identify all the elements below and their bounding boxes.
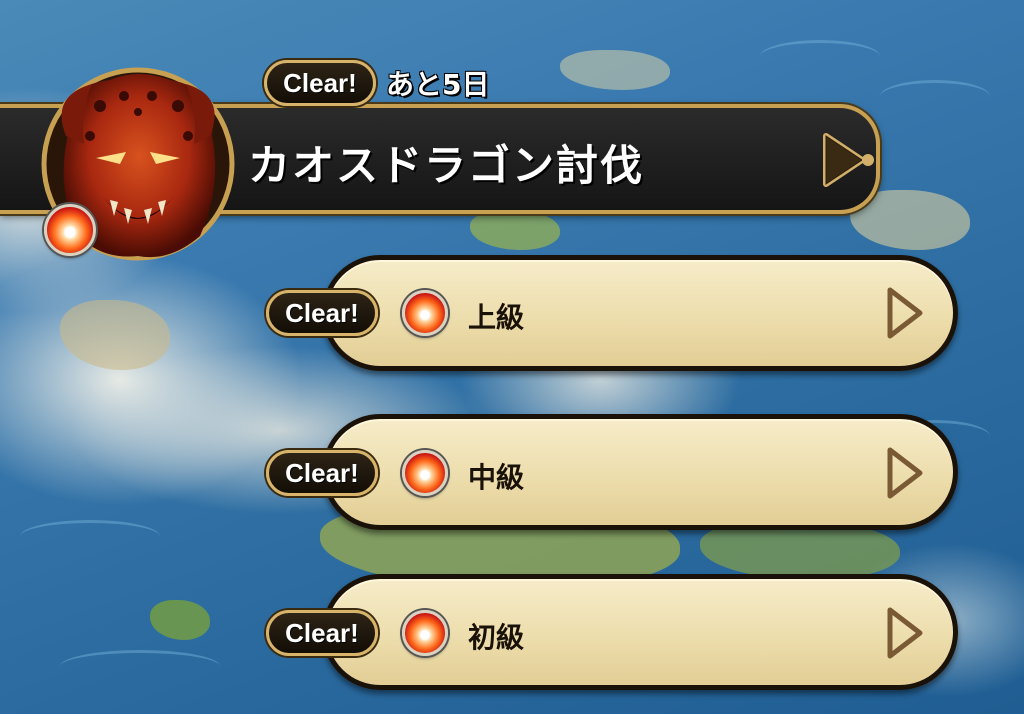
difficulty-label: 上級	[468, 301, 525, 334]
difficulty-clear-badge: Clear!	[266, 610, 378, 656]
fire-orb-icon	[402, 610, 448, 656]
difficulty-clear-badge: Clear!	[266, 290, 378, 336]
banner-arrow-icon[interactable]	[818, 128, 878, 192]
row-arrow-icon[interactable]	[884, 284, 926, 342]
event-clear-badge: Clear!	[264, 60, 376, 106]
difficulty-clear-badge: Clear!	[266, 450, 378, 496]
difficulty-label: 中級	[468, 461, 525, 494]
event-status-row: Clear! あと5日	[264, 60, 489, 106]
event-fire-orb-icon	[44, 204, 96, 256]
fire-orb-icon	[402, 290, 448, 336]
fire-orb-icon	[402, 450, 448, 496]
row-arrow-icon[interactable]	[884, 444, 926, 502]
difficulty-label: 初級	[468, 621, 525, 654]
row-arrow-icon[interactable]	[884, 604, 926, 662]
event-deadline: あと5日	[386, 68, 490, 101]
event-title: カオスドラゴン討伐	[248, 141, 645, 190]
